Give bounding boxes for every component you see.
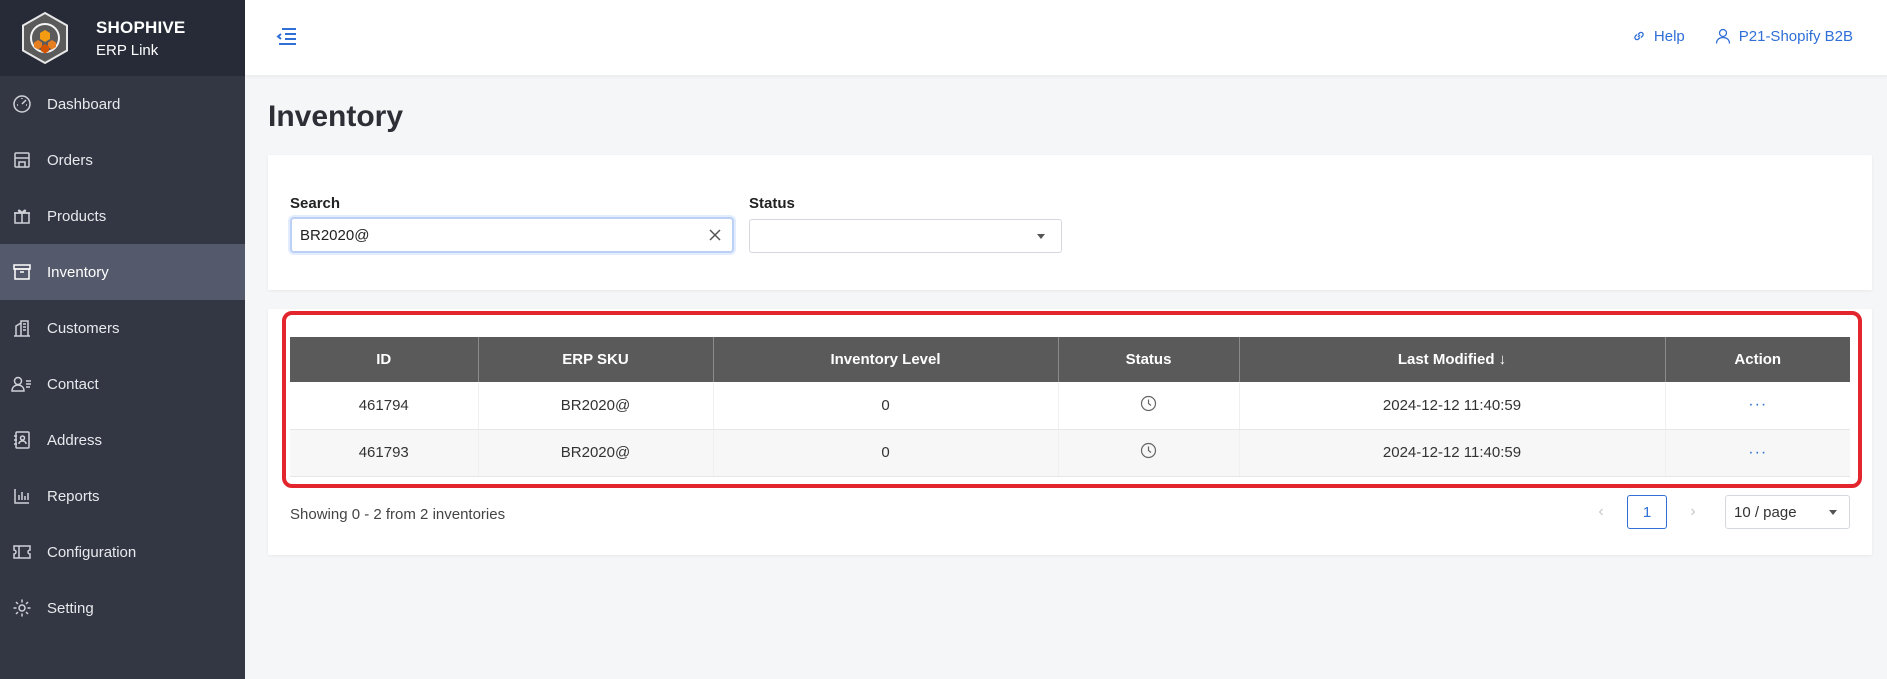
sidebar-item-inventory[interactable]: Inventory	[0, 244, 245, 300]
cell-sku: BR2020@	[478, 382, 714, 430]
ticket-icon	[11, 541, 33, 563]
cell-id: 461793	[290, 429, 479, 477]
cell-level: 0	[713, 429, 1059, 477]
store-icon	[11, 149, 33, 171]
sidebar-item-label: Address	[47, 431, 103, 449]
sidebar-nav: Dashboard Orders Products Inventory Cust…	[0, 76, 245, 636]
sidebar-item-orders[interactable]: Orders	[0, 132, 245, 188]
caret-down-icon	[1829, 510, 1837, 515]
search-field[interactable]	[290, 217, 734, 253]
address-book-icon	[11, 429, 33, 451]
shophive-logo-icon	[22, 11, 68, 65]
cell-status	[1058, 429, 1240, 477]
sidebar-item-label: Dashboard	[47, 95, 121, 113]
page-size-value: 10 / page	[1734, 503, 1797, 521]
link-icon	[1634, 31, 1644, 41]
caret-down-icon	[1037, 234, 1045, 239]
top-header: Help P21-Shopify B2B	[245, 0, 1887, 76]
sidebar-item-contact[interactable]: Contact	[0, 356, 245, 412]
page-number-current[interactable]: 1	[1627, 495, 1667, 529]
sidebar-item-label: Configuration	[47, 543, 137, 561]
cell-action: ···	[1665, 382, 1850, 430]
next-page-icon[interactable]: ›	[1677, 503, 1709, 521]
gear-icon	[11, 597, 33, 619]
cell-sku: BR2020@	[478, 429, 714, 477]
clock-icon	[1140, 442, 1157, 459]
col-status[interactable]: Status	[1058, 337, 1240, 382]
col-id[interactable]: ID	[290, 337, 479, 382]
building-icon	[11, 317, 33, 339]
help-link[interactable]: Help	[1632, 28, 1685, 45]
status-select[interactable]	[749, 219, 1062, 253]
contact-icon	[11, 373, 33, 395]
table-header-row: ID ERP SKU Inventory Level Status Last M…	[290, 337, 1850, 382]
sidebar-item-configuration[interactable]: Configuration	[0, 524, 245, 580]
cell-modified: 2024-12-12 11:40:59	[1239, 429, 1666, 477]
filter-card: Search Status	[268, 155, 1872, 290]
more-actions-icon[interactable]: ···	[1748, 444, 1767, 461]
showing-summary: Showing 0 - 2 from 2 inventories	[290, 506, 506, 523]
pagination: ‹ 1 › 10 / page	[1585, 495, 1850, 529]
sidebar-item-label: Products	[47, 207, 107, 225]
brand-subtitle: ERP Link	[96, 41, 159, 59]
help-label: Help	[1653, 27, 1685, 45]
account-label: P21-Shopify B2B	[1738, 27, 1853, 45]
dashboard-icon	[11, 93, 33, 115]
brand[interactable]: SHOPHIVE ERP Link	[0, 0, 245, 76]
cell-action: ···	[1665, 429, 1850, 477]
sidebar-item-label: Orders	[47, 151, 93, 169]
sidebar-item-setting[interactable]: Setting	[0, 580, 245, 636]
cell-status	[1058, 382, 1240, 430]
inventory-box-icon	[11, 261, 33, 283]
cell-level: 0	[713, 382, 1059, 430]
sidebar-item-label: Reports	[47, 487, 100, 505]
brand-name: SHOPHIVE	[96, 17, 186, 37]
sidebar-item-address[interactable]: Address	[0, 412, 245, 468]
prev-page-icon[interactable]: ‹	[1585, 503, 1617, 521]
sidebar-item-label: Setting	[47, 599, 94, 617]
sidebar-item-reports[interactable]: Reports	[0, 468, 245, 524]
sort-desc-icon: ↓	[1498, 351, 1507, 368]
status-label: Status	[749, 195, 795, 212]
sidebar: SHOPHIVE ERP Link Dashboard Orders Produ…	[0, 0, 245, 679]
clear-icon[interactable]	[708, 228, 722, 242]
inventory-table: ID ERP SKU Inventory Level Status Last M…	[290, 337, 1850, 477]
collapse-menu-icon[interactable]	[275, 26, 297, 46]
sidebar-item-customers[interactable]: Customers	[0, 300, 245, 356]
sidebar-item-label: Contact	[47, 375, 99, 393]
page-size-select[interactable]: 10 / page	[1725, 495, 1850, 529]
page-title: Inventory	[268, 100, 404, 133]
col-erp-sku[interactable]: ERP SKU	[478, 337, 714, 382]
sidebar-item-products[interactable]: Products	[0, 188, 245, 244]
account-menu[interactable]: P21-Shopify B2B	[1715, 28, 1853, 45]
cell-modified: 2024-12-12 11:40:59	[1239, 382, 1666, 430]
col-last-modified-label: Last Modified	[1397, 351, 1495, 368]
bar-chart-icon	[11, 485, 33, 507]
table-row: 461794 BR2020@ 0 2024-12-12 11:40:59 ···	[290, 382, 1850, 430]
search-label: Search	[290, 195, 341, 212]
more-actions-icon[interactable]: ···	[1748, 396, 1767, 413]
col-action: Action	[1665, 337, 1850, 382]
cell-id: 461794	[290, 382, 479, 430]
sidebar-item-label: Inventory	[47, 263, 109, 281]
col-inventory-level[interactable]: Inventory Level	[713, 337, 1059, 382]
col-last-modified[interactable]: Last Modified ↓	[1239, 337, 1666, 382]
user-icon	[1715, 28, 1730, 44]
clock-icon	[1140, 395, 1157, 411]
table-row: 461793 BR2020@ 0 2024-12-12 11:40:59 ···	[290, 429, 1850, 477]
sidebar-item-dashboard[interactable]: Dashboard	[0, 76, 245, 132]
search-input[interactable]	[300, 226, 700, 244]
inventory-table-card: ID ERP SKU Inventory Level Status Last M…	[268, 309, 1872, 555]
sidebar-item-label: Customers	[47, 319, 120, 337]
gift-icon	[11, 205, 33, 227]
